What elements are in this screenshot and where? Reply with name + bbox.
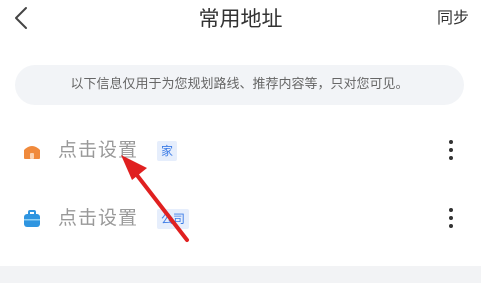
sync-button[interactable]: 同步 [437, 7, 469, 29]
privacy-notice: 以下信息仅用于为您规划路线、推荐内容等，只对您可见。 [15, 65, 464, 105]
briefcase-icon [22, 210, 42, 228]
section-divider [0, 266, 481, 283]
address-row-work[interactable]: 点击设置 公司 [0, 195, 481, 241]
home-icon [22, 142, 42, 160]
home-address-label: 点击设置 [58, 139, 139, 161]
page-title: 常用地址 [198, 7, 283, 31]
home-more-button[interactable] [441, 138, 461, 162]
home-tag: 家 [157, 141, 178, 161]
address-row-home[interactable]: 点击设置 家 [0, 127, 481, 173]
work-address-label: 点击设置 [58, 207, 139, 229]
more-vertical-icon [449, 208, 453, 212]
work-tag: 公司 [157, 209, 190, 229]
app-header: 常用地址 同步 [0, 0, 481, 40]
more-vertical-icon [449, 140, 453, 144]
work-more-button[interactable] [441, 206, 461, 230]
